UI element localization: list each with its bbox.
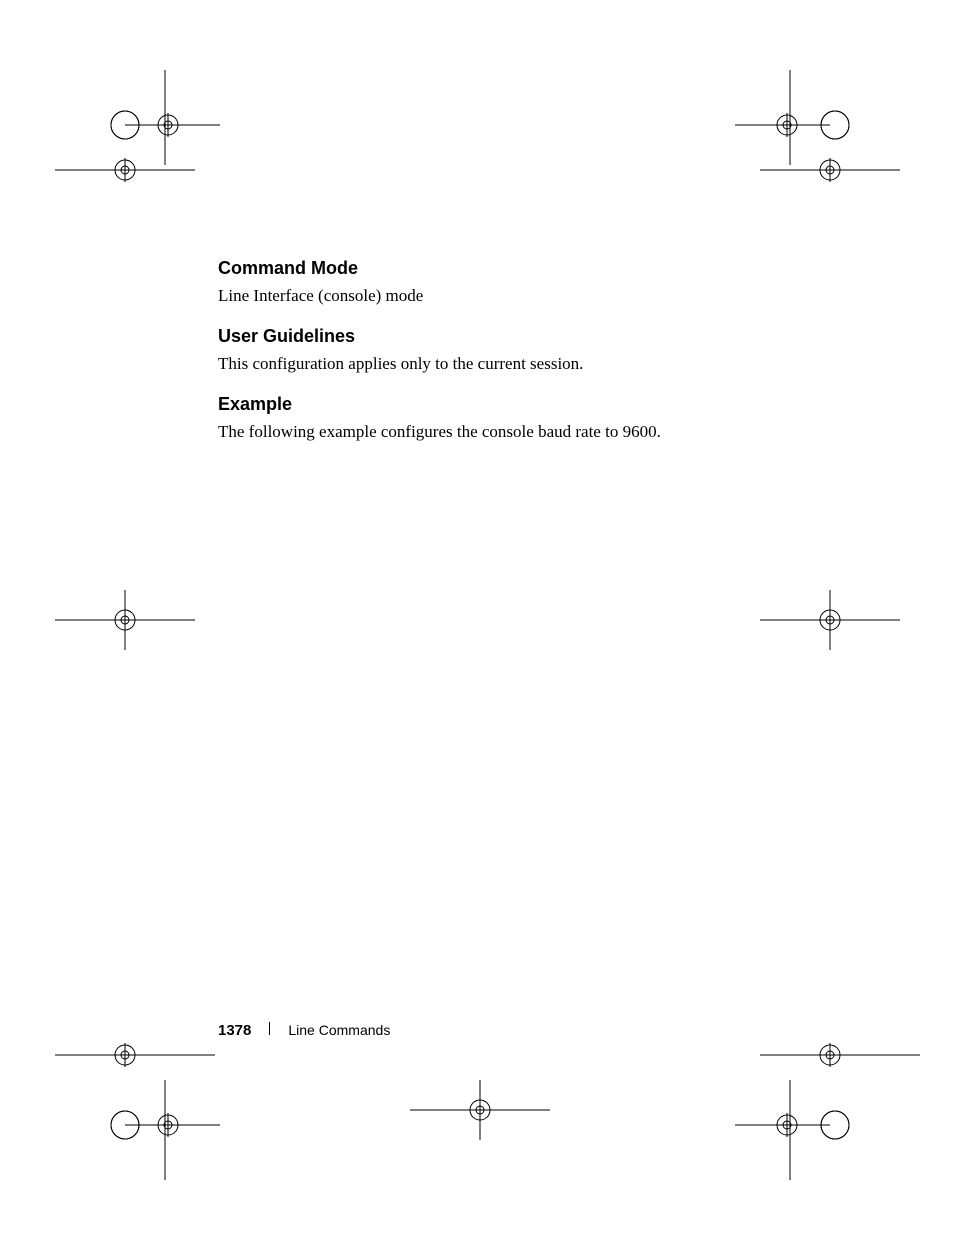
registration-mark-icon: [760, 150, 900, 190]
text-command-mode: Line Interface (console) mode: [218, 285, 778, 308]
registration-mark-icon: [760, 590, 900, 650]
registration-mark-icon: [735, 1070, 885, 1180]
text-user-guidelines: This configuration applies only to the c…: [218, 353, 778, 376]
page-number: 1378: [218, 1022, 251, 1039]
page-content: Command Mode Line Interface (console) mo…: [218, 258, 778, 462]
page-footer: 1378 Line Commands: [218, 1022, 390, 1039]
registration-mark-icon: [760, 1035, 920, 1075]
heading-user-guidelines: User Guidelines: [218, 326, 778, 347]
text-example: The following example configures the con…: [218, 421, 778, 444]
registration-mark-icon: [410, 1080, 550, 1140]
document-page: Command Mode Line Interface (console) mo…: [0, 0, 954, 1235]
registration-mark-icon: [55, 150, 195, 190]
footer-section-name: Line Commands: [288, 1022, 390, 1038]
footer-separator: [269, 1022, 270, 1035]
registration-mark-icon: [55, 1035, 215, 1075]
registration-mark-icon: [70, 1070, 220, 1180]
registration-mark-icon: [55, 590, 195, 650]
heading-example: Example: [218, 394, 778, 415]
heading-command-mode: Command Mode: [218, 258, 778, 279]
